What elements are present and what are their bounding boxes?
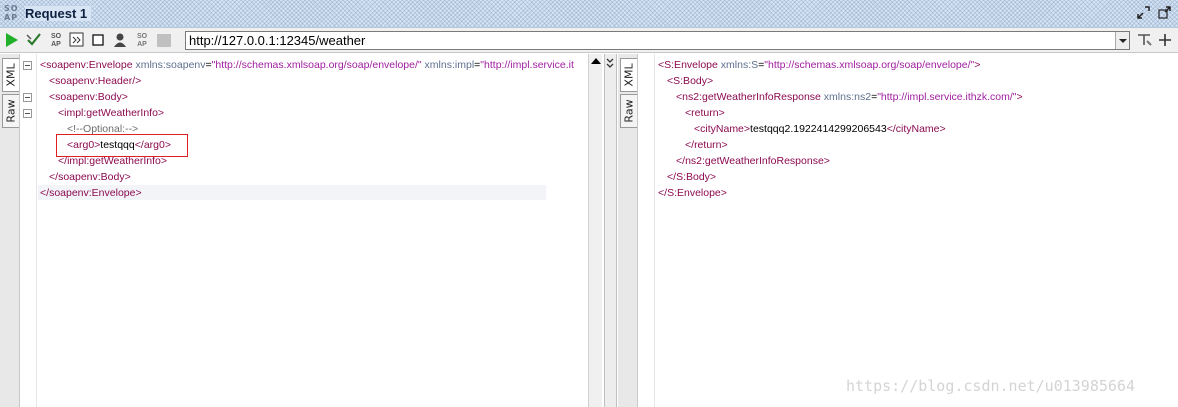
- xml-token: >: [721, 139, 728, 151]
- xml-token: soapenv:Envelope: [46, 59, 133, 71]
- xml-token: return: [691, 107, 719, 119]
- endpoint-url-text: http://127.0.0.1:12345/weather: [189, 33, 366, 48]
- xml-line: <soapenv:Envelope xmlns:soapenv="http://…: [40, 57, 574, 73]
- xml-token: />: [132, 75, 142, 87]
- watermark-text: https://blog.csdn.net/u013985664: [846, 377, 1135, 395]
- xml-token: xmlns:soapenv: [132, 59, 206, 71]
- xml-token: xmlns:S: [717, 59, 759, 71]
- xml-line: <cityName>testqqq2.1922414299206543</cit…: [694, 121, 946, 137]
- title-bar: SO AP Request 1: [0, 0, 1178, 28]
- xml-token: "http://impl.service.ithzk.com/": [877, 91, 1017, 103]
- xml-token: cityName: [700, 123, 744, 135]
- xml-token: xmlns:impl: [421, 59, 475, 71]
- validate-icon[interactable]: [25, 31, 43, 49]
- request-toolbar: SO AP SO AP http://127.0.0.1:12345/weather: [0, 28, 1178, 53]
- tab-xml-response[interactable]: XML: [620, 58, 637, 92]
- xml-line: <ns2:getWeatherInfoResponse xmlns:ns2="h…: [676, 89, 1023, 105]
- xml-token: >: [823, 155, 830, 167]
- xml-token: >: [157, 107, 165, 119]
- xml-token: soapenv:Body: [55, 91, 122, 103]
- tab-raw-request[interactable]: Raw: [2, 94, 19, 128]
- fold-icon[interactable]: [23, 109, 32, 118]
- url-dropdown-button[interactable]: [1115, 32, 1129, 49]
- xml-line: </return>: [685, 137, 728, 153]
- xml-token: </: [49, 171, 59, 183]
- tool-icon[interactable]: [1135, 31, 1153, 49]
- xml-line: </ns2:getWeatherInfoResponse>: [676, 153, 830, 169]
- add-icon[interactable]: [1156, 31, 1174, 49]
- run-icon[interactable]: [3, 31, 21, 49]
- format-icon[interactable]: [68, 31, 86, 49]
- xml-token: S:Body: [676, 171, 710, 183]
- xml-token: soapenv:Header: [55, 75, 133, 87]
- response-view-tabs: XML Raw: [618, 54, 638, 407]
- xml-token: testqqq2.1922414299206543: [750, 123, 887, 135]
- panel-splitter[interactable]: [604, 54, 617, 407]
- xml-token: "http://schemas.xmlsoap.org/soap/envelop…: [211, 59, 422, 71]
- user-icon[interactable]: [111, 31, 129, 49]
- detach-icon[interactable]: [1136, 5, 1151, 20]
- xml-token: </: [658, 187, 668, 199]
- xml-token: >: [121, 91, 128, 103]
- response-gutter: [638, 54, 655, 407]
- xml-token: cityName: [895, 123, 940, 135]
- xml-line: <S:Body>: [667, 73, 713, 89]
- highlight-box: [56, 134, 188, 157]
- stop-icon[interactable]: [90, 31, 108, 49]
- xml-token: >: [974, 59, 981, 71]
- xml-token: "http://schemas.xmlsoap.org/soap/envelop…: [764, 59, 975, 71]
- response-xml-editor[interactable]: <S:Envelope xmlns:S="http://schemas.xmls…: [656, 54, 1176, 407]
- xml-line: </soapenv:Body>: [49, 169, 131, 185]
- fold-icon[interactable]: [23, 93, 32, 102]
- xml-token: >: [135, 187, 142, 199]
- xml-token: soapenv:Envelope: [49, 187, 136, 199]
- soap-icon[interactable]: SO AP: [47, 31, 65, 49]
- xml-line: </S:Body>: [667, 169, 716, 185]
- xml-token: >: [124, 171, 131, 183]
- xml-token: ns2:getWeatherInfoResponse: [685, 155, 824, 167]
- xml-token: </: [685, 139, 695, 151]
- request-view-tabs: XML Raw: [0, 54, 20, 407]
- xml-token: ns2:getWeatherInfoResponse: [682, 91, 821, 103]
- fold-icon[interactable]: [23, 61, 32, 70]
- xml-token: </: [667, 171, 677, 183]
- xml-token: >: [707, 75, 714, 87]
- xml-token: </: [886, 123, 896, 135]
- xml-token: S:Envelope: [664, 59, 718, 71]
- xml-line: <soapenv:Body>: [49, 89, 128, 105]
- xml-line: <impl:getWeatherInfo>: [58, 105, 164, 121]
- xml-token: "http://impl.service.it: [480, 59, 574, 71]
- scroll-up-icon[interactable]: [591, 58, 601, 64]
- xml-token: </: [676, 155, 686, 167]
- request-gutter: [20, 54, 37, 407]
- request-xml-editor[interactable]: <soapenv:Envelope xmlns:soapenv="http://…: [38, 54, 588, 407]
- xml-token: >: [718, 107, 725, 119]
- xml-token: >: [720, 187, 727, 199]
- xml-token: >: [939, 123, 946, 135]
- xml-token: >: [1016, 91, 1023, 103]
- xml-line: </soapenv:Envelope>: [40, 185, 142, 201]
- soap-alt-icon[interactable]: SO AP: [133, 31, 151, 49]
- request-scrollbar[interactable]: [588, 54, 602, 407]
- xml-token: xmlns:ns2: [820, 91, 872, 103]
- xml-line: <S:Envelope xmlns:S="http://schemas.xmls…: [658, 57, 980, 73]
- xml-token: >: [709, 171, 717, 183]
- xml-line: <return>: [685, 105, 725, 121]
- xml-token: soapenv:Body: [58, 171, 125, 183]
- xml-token: S:Envelope: [667, 187, 721, 199]
- window-title: Request 1: [25, 6, 92, 21]
- xml-line: <soapenv:Header/>: [49, 73, 141, 89]
- tab-raw-response[interactable]: Raw: [620, 94, 637, 128]
- xml-token: S:Body: [673, 75, 707, 87]
- xml-token: impl:getWeatherInfo: [64, 107, 158, 119]
- xml-token: </: [40, 187, 50, 199]
- maximize-icon[interactable]: [1157, 5, 1172, 20]
- disabled-icon: [155, 31, 173, 49]
- tab-xml-request[interactable]: XML: [2, 58, 19, 92]
- endpoint-url-field[interactable]: http://127.0.0.1:12345/weather: [185, 31, 1130, 50]
- xml-token: return: [694, 139, 722, 151]
- xml-line: </S:Envelope>: [658, 185, 727, 201]
- soap-logo-icon: SO AP: [4, 4, 19, 22]
